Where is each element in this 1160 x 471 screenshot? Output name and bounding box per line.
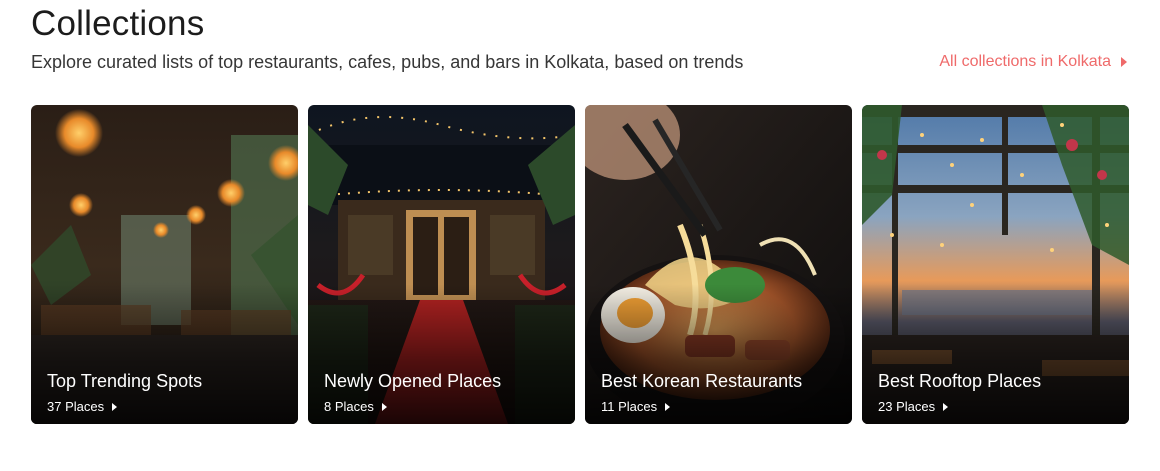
collection-card-korean[interactable]: Best Korean Restaurants 11 Places (585, 105, 852, 424)
page-subtitle: Explore curated lists of top restaurants… (31, 52, 744, 72)
collection-count-label: 11 Places (601, 399, 658, 414)
caret-right-icon (943, 402, 949, 411)
collection-name: Newly Opened Places (324, 371, 502, 391)
collection-card-rooftop[interactable]: Best Rooftop Places 23 Places (862, 105, 1129, 424)
collection-card-top-trending[interactable]: Top Trending Spots 37 Places (31, 105, 298, 424)
all-collections-link[interactable]: All collections in Kolkata (939, 53, 1127, 71)
collection-card-newly-opened[interactable]: Newly Opened Places 8 Places (308, 105, 575, 424)
collection-count-label: 37 Places (47, 399, 105, 414)
all-collections-link-label: All collections in Kolkata (939, 53, 1111, 70)
collection-count-label: 8 Places (324, 399, 374, 414)
collection-count: 8 Places (324, 399, 387, 414)
caret-right-icon (665, 402, 671, 411)
collection-count: 23 Places (878, 399, 949, 414)
collection-count: 11 Places (601, 399, 671, 414)
caret-right-icon (1121, 57, 1127, 67)
collection-name: Best Korean Restaurants (601, 371, 803, 391)
page-title: Collections (31, 4, 205, 43)
caret-right-icon (112, 402, 118, 411)
collection-name: Top Trending Spots (47, 371, 203, 391)
collection-count-label: 23 Places (878, 399, 936, 414)
collection-count: 37 Places (47, 399, 118, 414)
collections-list: Top Trending Spots 37 Places Newly Opene… (31, 105, 1129, 424)
collection-name: Best Rooftop Places (878, 371, 1042, 391)
caret-right-icon (381, 402, 387, 411)
